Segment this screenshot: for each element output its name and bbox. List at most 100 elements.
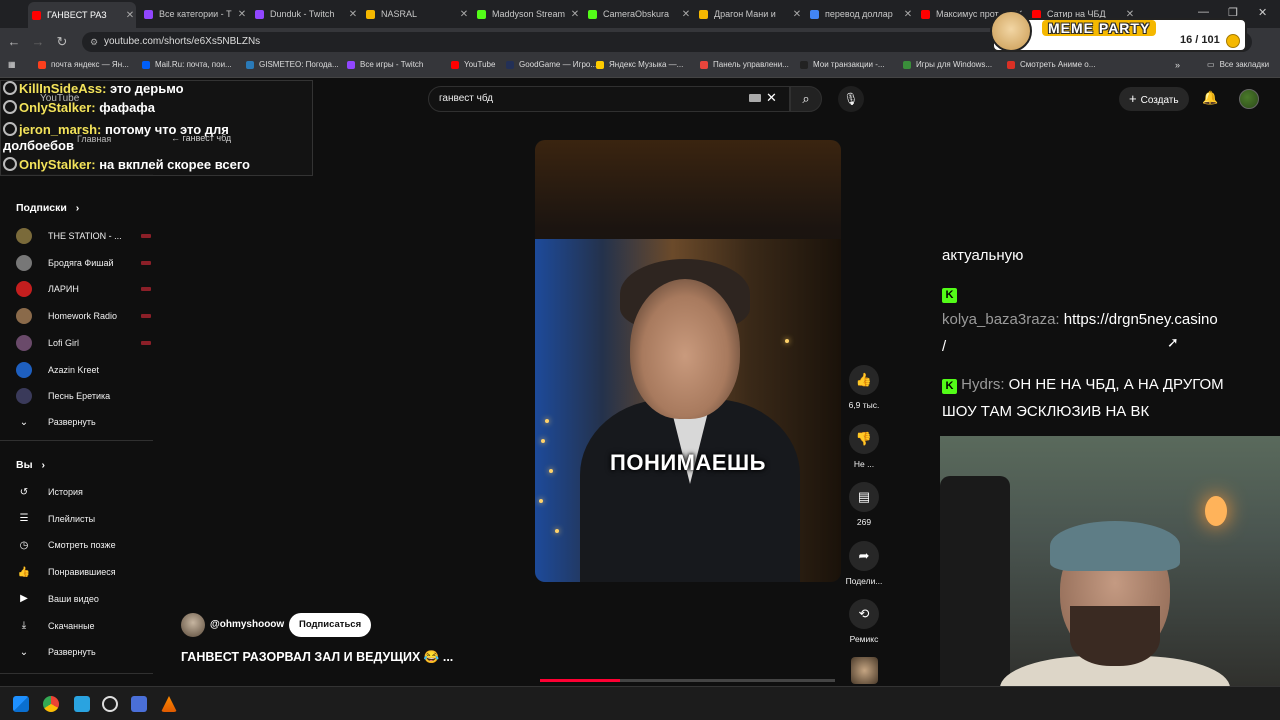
sidebar-subscription-item[interactable]: THE STATION - ... — [16, 226, 151, 246]
remix-button[interactable]: ⟲ Ремикс — [842, 599, 886, 644]
subscribe-button[interactable]: Подписаться — [289, 613, 372, 637]
account-avatar[interactable] — [1239, 89, 1259, 109]
sidebar-subscription-item[interactable]: Lofi Girl — [16, 333, 151, 353]
tab-close-icon[interactable]: ✕ — [680, 9, 692, 20]
bookmark-item[interactable]: GoodGame — Игро... — [506, 60, 597, 69]
browser-tab[interactable]: Все категории - T ✕ — [140, 4, 248, 24]
browser-tab[interactable]: перевод доллар ✕ — [806, 4, 914, 24]
apps-icon[interactable]: ▦ — [8, 60, 16, 69]
tab-favicon-icon — [366, 9, 375, 19]
tab-close-icon[interactable]: ✕ — [791, 9, 803, 20]
dislike-button[interactable]: 👎 Не ... — [842, 424, 886, 469]
tab-favicon-icon — [477, 9, 486, 19]
tab-close-icon[interactable]: ✕ — [902, 9, 914, 20]
expand-subscriptions-button[interactable]: ⌄ Развернуть — [16, 412, 151, 432]
video-frame — [535, 239, 841, 582]
bookmark-favicon-icon — [700, 60, 708, 69]
obs-icon[interactable] — [102, 696, 118, 712]
channel-name[interactable]: @ohmyshooow — [210, 619, 284, 630]
search-input[interactable]: ганвест чбд — [428, 86, 790, 112]
bookmark-favicon-icon — [451, 60, 459, 69]
channel-avatar[interactable] — [181, 613, 205, 637]
bookmark-item[interactable]: Смотреть Аниме о... — [1007, 60, 1095, 69]
browser-tab[interactable]: NASRAL ✕ — [362, 4, 470, 24]
tab-close-icon[interactable]: ✕ — [458, 9, 470, 20]
chat-line: K Hydrs: ОН НЕ НА ЧБД, А НА ДРУГОМ — [942, 376, 1224, 394]
channel-avatar-icon — [16, 334, 32, 351]
clear-search-icon[interactable]: ✕ — [766, 90, 777, 106]
bookmark-item[interactable]: YouTube — [451, 60, 495, 69]
sidebar-subscription-item[interactable]: Azazin Kreet — [16, 360, 151, 380]
tab-close-icon[interactable]: ✕ — [236, 9, 248, 20]
bookmark-item[interactable]: почта яндекс — Ян... — [38, 60, 129, 69]
all-bookmarks[interactable]: ▭ Все закладки — [1207, 60, 1269, 69]
video-progress-bar[interactable] — [540, 679, 835, 682]
browser-tab[interactable]: Драгон Мани и ✕ — [695, 4, 803, 24]
bookmark-item[interactable]: Mail.Ru: почта, пои... — [142, 60, 232, 69]
sidebar-subscription-item[interactable]: ЛАРИН — [16, 279, 151, 299]
bookmark-item[interactable]: GISMETEO: Погода... — [246, 60, 339, 69]
tab-close-icon[interactable]: ✕ — [347, 9, 359, 20]
vlc-icon[interactable] — [161, 696, 177, 712]
your-videos-icon: ▶ — [20, 593, 28, 605]
sidebar-you-item[interactable]: ⤓ Скачанные — [16, 616, 151, 636]
notifications-bell-icon[interactable]: 🔔 — [1202, 90, 1218, 106]
voice-search-button[interactable]: 🎙 — [838, 86, 864, 112]
overlay-chat-line: jeron_marsh: потому что это для — [3, 122, 229, 137]
live-indicator-icon — [141, 234, 151, 238]
subscriptions-heading[interactable]: Подписки › — [16, 202, 79, 214]
sidebar-you-item[interactable]: ↺ История — [16, 482, 151, 502]
bookmark-item[interactable]: Панель управлени... — [700, 60, 789, 69]
close-window-icon[interactable]: ✕ — [1258, 6, 1267, 19]
keyboard-icon[interactable] — [749, 94, 761, 102]
history-icon: ↺ — [19, 486, 29, 498]
sidebar-subscription-item[interactable]: Песнь Еретика — [16, 386, 151, 406]
chrome-icon[interactable] — [43, 696, 59, 712]
you-item-label: Скачанные — [48, 620, 95, 631]
expand-you-button[interactable]: ⌄ Развернуть — [16, 642, 151, 662]
like-button[interactable]: 👍 6,9 тыс. — [842, 365, 886, 410]
bookmark-favicon-icon — [800, 60, 808, 69]
tab-close-icon[interactable]: ✕ — [124, 10, 136, 21]
bookmark-item[interactable]: Игры для Windows... — [903, 60, 992, 69]
windows-start-icon[interactable] — [13, 696, 29, 712]
sidebar-you-item[interactable]: ◷ Смотреть позже — [16, 535, 151, 555]
create-button[interactable]: + Создать — [1119, 87, 1189, 111]
browser-tab[interactable]: ГАНВЕСТ РАЗ ✕ — [28, 2, 136, 28]
bookmark-item[interactable]: Все игры - Twitch — [347, 60, 423, 69]
search-button[interactable]: ⌕ — [790, 86, 822, 112]
back-icon[interactable]: ← — [6, 34, 22, 49]
thumbs-up-icon: 👍 — [849, 365, 879, 395]
youtube-logo[interactable]: YouTube — [40, 93, 79, 104]
sidebar-you-item[interactable]: ☰ Плейлисты — [16, 509, 151, 529]
browser-tab[interactable]: CameraObskura ✕ — [584, 4, 692, 24]
browser-tab[interactable]: Maddyson Stream ✕ — [473, 4, 581, 24]
watch-later-icon: ◷ — [19, 539, 29, 551]
video-title[interactable]: ГАНВЕСТ РАЗОРВАЛ ЗАЛ И ВЕДУЩИХ 😂 ... — [181, 650, 453, 665]
short-video-player[interactable]: ПОНИМАЕШЬ — [535, 140, 841, 582]
telegram-icon[interactable] — [74, 696, 90, 712]
bookmark-item[interactable]: Яндекс Музыка —... — [596, 60, 683, 69]
bookmark-item[interactable]: Мои транзакции -... — [800, 60, 885, 69]
minimize-icon[interactable]: — — [1198, 6, 1209, 18]
sidebar-subscription-item[interactable]: Homework Radio — [16, 306, 151, 326]
downloads-icon: ⤓ — [21, 620, 27, 631]
comments-button[interactable]: ▤ 269 — [842, 482, 886, 527]
bookmark-favicon-icon — [142, 60, 150, 69]
you-heading[interactable]: Вы › — [16, 459, 45, 471]
bookmark-label: Яндекс Музыка —... — [609, 60, 684, 69]
site-info-icon[interactable]: ⚙ — [90, 32, 98, 52]
sidebar-you-item[interactable]: 👍 Понравившиеся — [16, 562, 151, 582]
share-button[interactable]: ➦ Подели... — [842, 541, 886, 586]
sound-thumbnail[interactable] — [851, 657, 878, 684]
bookmarks-overflow-icon[interactable]: » — [1175, 60, 1180, 70]
chat-username: Hydrs: — [961, 376, 1005, 393]
reload-icon[interactable]: ↻ — [54, 34, 70, 50]
forward-icon[interactable]: → — [30, 34, 46, 49]
save-app-icon[interactable] — [131, 696, 147, 712]
browser-tab[interactable]: Dunduk - Twitch ✕ — [251, 4, 359, 24]
sidebar-subscription-item[interactable]: Бродяга Фишай — [16, 253, 151, 273]
search-icon: ⌕ — [802, 91, 810, 106]
tab-close-icon[interactable]: ✕ — [569, 9, 581, 20]
sidebar-you-item[interactable]: ▶ Ваши видео — [16, 589, 151, 609]
